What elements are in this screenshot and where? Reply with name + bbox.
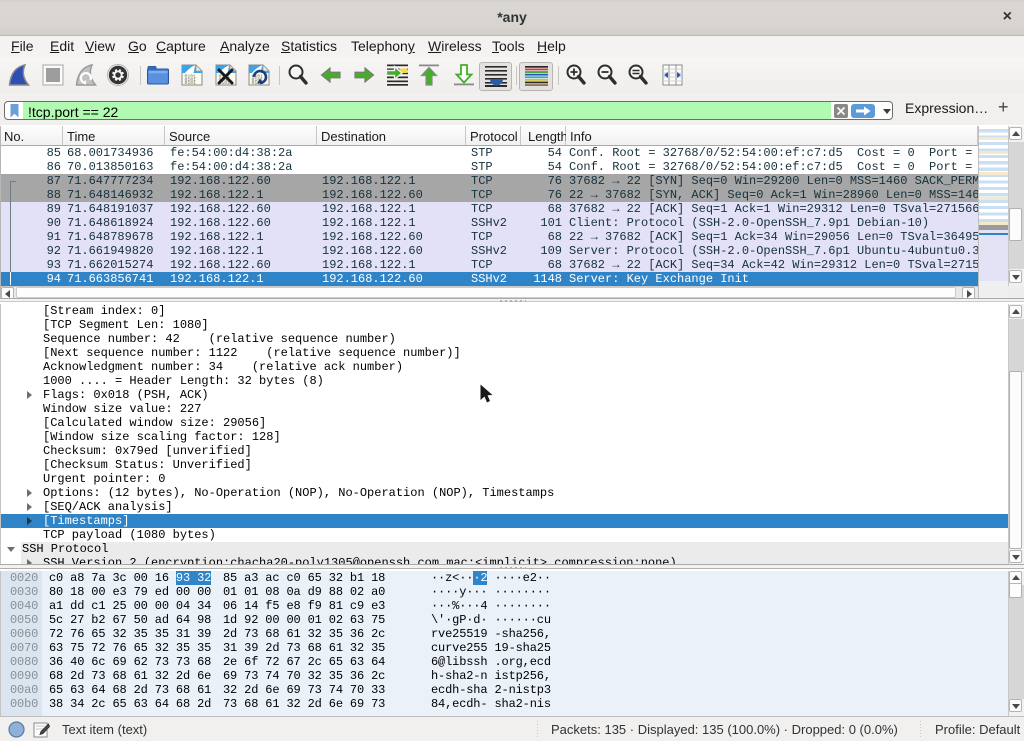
svg-text:0101: 0101: [185, 80, 197, 86]
